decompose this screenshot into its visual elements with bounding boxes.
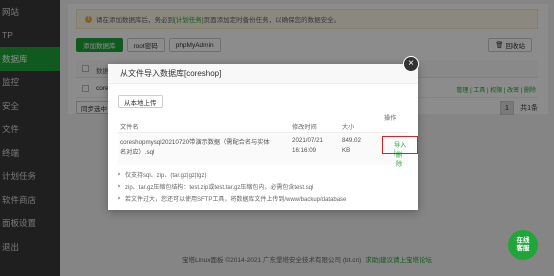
file-size-unit: KB: [342, 147, 351, 154]
file-name-line2: 名对应）.sql: [120, 149, 155, 156]
online-service-button[interactable]: 在线 客服: [508, 230, 538, 260]
note-item: zip、tar.gz压缩包结构：test.zip或test.tar.gz压缩包内…: [118, 180, 408, 192]
column-header-filename: 文件名: [120, 124, 139, 131]
online-service-line1: 在线: [516, 237, 530, 244]
column-header-ops: 操作: [384, 115, 397, 122]
file-name-line1: coreshopmysql20210720带演示数据（需配合名与实体: [120, 139, 270, 146]
import-database-modal: 从文件导入数据库[coreshop] × 从本地上传 文件名 修改时间 大小 操…: [108, 56, 419, 210]
file-size-value: 849.02: [342, 137, 361, 144]
file-time-clock: 16:16:09: [292, 147, 317, 154]
file-table: 文件名 修改时间 大小 操作 coreshopmysql20210720带演示数…: [118, 115, 418, 168]
upload-local-button[interactable]: 从本地上传: [118, 95, 163, 108]
online-service-line2: 客服: [516, 245, 530, 252]
import-highlight-box: [382, 136, 418, 154]
column-header-modified: 修改时间: [292, 124, 317, 131]
file-row: coreshopmysql20210720带演示数据（需配合名与实体 名对应）.…: [118, 133, 418, 168]
close-icon[interactable]: ×: [403, 56, 419, 72]
note-item: 仅支持sql、zip、(tar.gz|gz|tgz): [118, 168, 408, 180]
modal-title: 从文件导入数据库[coreshop]: [108, 64, 418, 84]
note-item: 若文件过大，您还可以使用SFTP工具，将数据库文件上传到/www/backup/…: [118, 192, 408, 204]
file-time-date: 2021/07/21: [292, 137, 323, 144]
file-table-header: 文件名 修改时间 大小 操作: [118, 115, 408, 133]
column-header-size: 大小: [342, 124, 355, 131]
import-notes: 仅支持sql、zip、(tar.gz|gz|tgz) zip、tar.gz压缩包…: [118, 168, 408, 204]
